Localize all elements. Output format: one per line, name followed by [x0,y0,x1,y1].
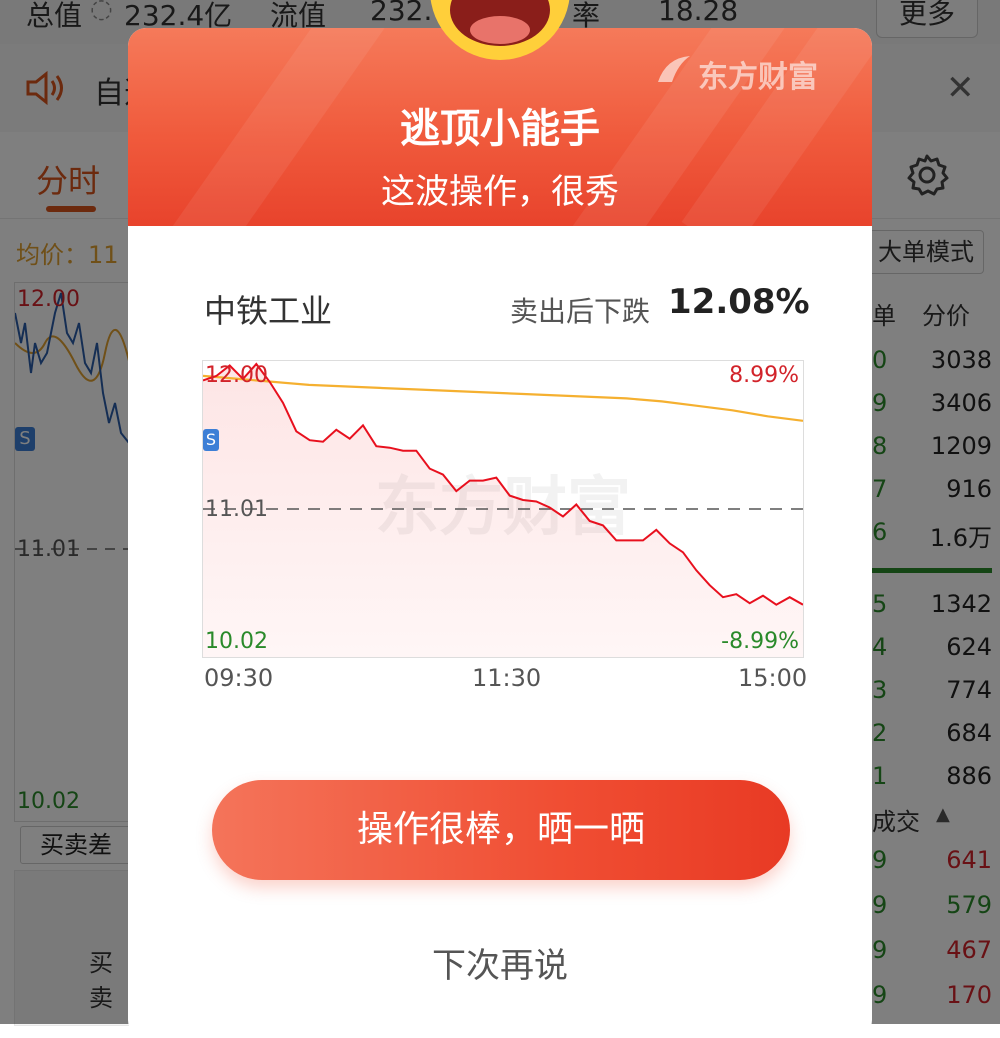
pct-high-label: 8.99% [729,363,799,388]
later-button[interactable]: 下次再说 [128,938,872,987]
avg-price-line [203,374,803,422]
brand-logo-icon [658,56,690,82]
chart-watermark: 东方财富 [375,471,631,545]
price-high-label: 12.00 [205,363,268,388]
modal-subtitle: 这波操作，很秀 [381,172,619,212]
drop-label: 卖出后下跌 [510,295,651,328]
modal-title: 逃顶小能手 [400,106,600,152]
intraday-chart: 东方财富 12.00 11.01 10.02 8.99% -8.99% S [202,360,804,658]
stock-name: 中铁工业 [204,292,333,330]
drop-percentage: 12.08% [668,282,810,322]
brand-name: 东方财富 [698,60,818,95]
time-mid-label: 11:30 [472,664,542,692]
laughing-face-icon [430,0,570,60]
price-low-label: 10.02 [205,629,268,654]
time-end-label: 15:00 [738,664,808,692]
share-button[interactable]: 操作很棒，晒一晒 [212,780,790,880]
time-start-label: 09:30 [204,664,274,692]
chart-canvas: 东方财富 [203,362,803,657]
pct-low-label: -8.99% [721,629,799,654]
achievement-modal: 东方财富 逃顶小能手 这波操作，很秀 中铁工业 卖出后下跌 12.08% 东方财… [128,28,872,1038]
sell-marker-badge: S [203,429,219,451]
price-ref-label: 11.01 [205,497,268,522]
